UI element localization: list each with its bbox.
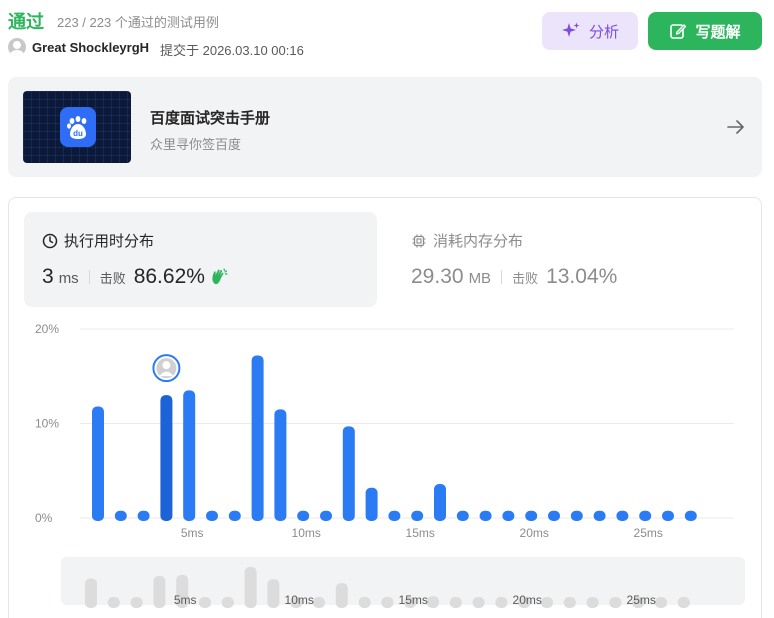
overview-bar [199, 597, 211, 608]
overview-bar [221, 597, 234, 608]
overview-bar [586, 597, 599, 608]
chart-bar[interactable] [92, 406, 104, 521]
chart-bar[interactable] [365, 487, 378, 521]
chart-bar[interactable] [548, 510, 560, 521]
x-tick-label: 20ms [520, 526, 549, 540]
overview-bar [563, 597, 576, 608]
chart-bar[interactable] [456, 510, 469, 521]
chart-bar[interactable] [183, 390, 196, 521]
chart-bar[interactable] [274, 409, 287, 521]
overview-tick-label: 20ms [513, 593, 542, 607]
overview-bar [427, 596, 439, 608]
chart-bar[interactable] [320, 510, 332, 521]
chart-bar[interactable] [251, 355, 264, 521]
overview-bar [244, 566, 257, 608]
overview-bar [609, 597, 622, 608]
y-tick-label: 20% [35, 322, 59, 336]
x-tick-label: 10ms [292, 526, 321, 540]
overview-bar [472, 597, 485, 608]
chart-bar[interactable] [160, 395, 173, 521]
overview-bar [677, 597, 690, 608]
overview-bar [313, 597, 325, 608]
overview-bar [85, 578, 97, 608]
overview-bar [358, 597, 371, 608]
chart-bar[interactable] [593, 510, 606, 521]
chart-bar[interactable] [479, 510, 492, 521]
runtime-distribution-chart[interactable]: 0% 10% 20% 5ms 10ms 15ms 20ms 25ms 5ms 10ms 15ms 20… [0, 0, 774, 618]
chart-bar[interactable] [388, 510, 401, 521]
chart-bar[interactable] [411, 510, 424, 521]
chart-bar[interactable] [206, 510, 218, 521]
chart-bar[interactable] [525, 510, 538, 521]
x-tick-label: 15ms [406, 526, 435, 540]
x-tick-label: 25ms [634, 526, 663, 540]
chart-bar[interactable] [639, 510, 652, 521]
y-tick-label: 0% [35, 511, 53, 525]
overview-bar [267, 579, 280, 608]
overview-bar [130, 597, 143, 608]
chart-bar[interactable] [228, 510, 241, 521]
overview-bar [335, 583, 348, 608]
overview-bar [107, 597, 120, 608]
overview-tick-label: 10ms [285, 593, 314, 607]
chart-bar[interactable] [137, 510, 150, 521]
overview-bar [153, 575, 166, 608]
overview-bar [655, 597, 667, 608]
overview-tick-label: 25ms [627, 593, 656, 607]
chart-bar[interactable] [616, 510, 629, 521]
chart-bar[interactable] [434, 483, 446, 521]
chart-bar[interactable] [684, 510, 697, 521]
chart-bar[interactable] [570, 510, 583, 521]
chart-bar[interactable] [342, 426, 355, 521]
user-marker-head [162, 361, 171, 370]
overview-tick-label: 15ms [399, 593, 428, 607]
overview-bar [449, 597, 462, 608]
chart-bar[interactable] [297, 510, 310, 521]
overview-bar [381, 597, 394, 608]
y-tick-label: 10% [35, 417, 59, 431]
chart-bar[interactable] [502, 510, 515, 521]
x-tick-label: 5ms [181, 526, 204, 540]
overview-bar [541, 597, 553, 608]
overview-bar [495, 597, 508, 608]
chart-bar[interactable] [662, 510, 674, 521]
overview-tick-label: 5ms [174, 593, 197, 607]
chart-bar[interactable] [114, 510, 127, 521]
